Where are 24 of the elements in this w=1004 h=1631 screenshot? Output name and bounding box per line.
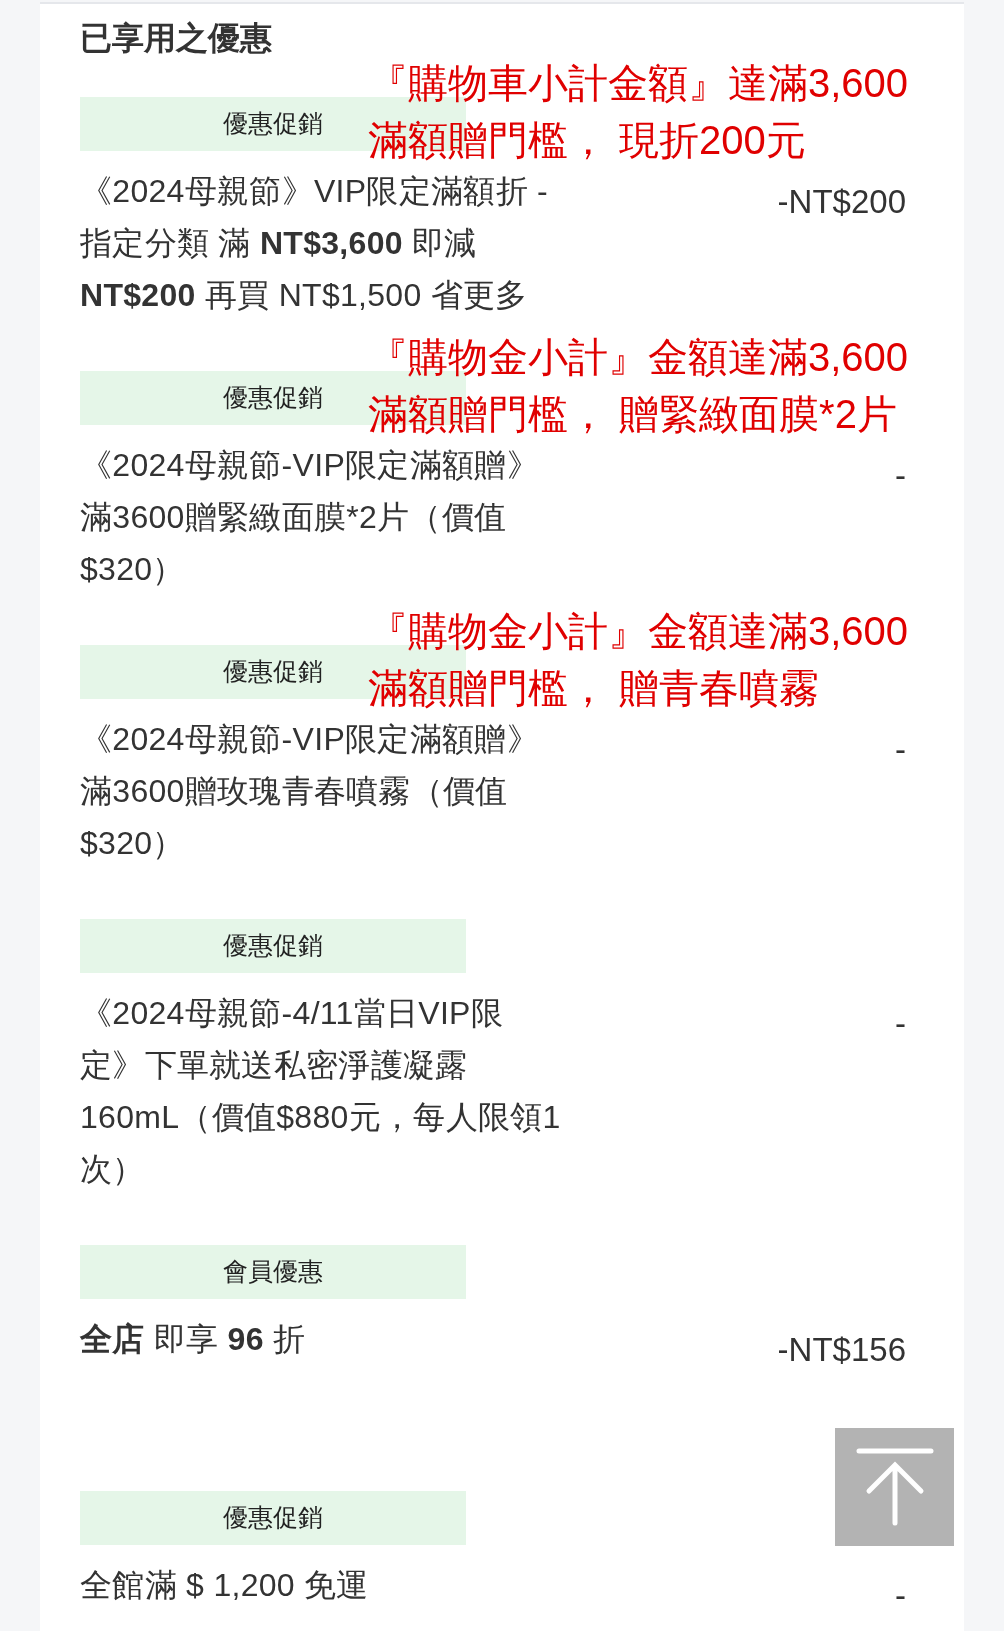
arrow-up-to-top-icon <box>854 1447 935 1527</box>
discount-description: 《2024母親節-4/11當日VIP限定》下單就送私密淨護凝露160mL（價值$880元，每人限領1次） <box>80 994 562 1189</box>
discount-amount: - <box>895 1576 906 1616</box>
annotation-text: 滿額贈門檻， 贈青春噴霧 <box>368 665 821 712</box>
discount-amount: - <box>895 456 906 496</box>
promotion-tag: 優惠促銷 <box>80 919 466 973</box>
discount-description: 全館滿 $ 1,200 免運 <box>80 1566 370 1605</box>
discount-description: 全店 即享 96 折 <box>80 1320 307 1359</box>
annotation-text: 『購物車小計金額』達滿3,600 <box>368 60 909 107</box>
discount-description: 《2024母親節》VIP限定滿額折 - 指定分類 滿 NT$3,600 即減 NT$200 再買 NT$1,500 省更多 <box>80 172 549 315</box>
annotation-text: 滿額贈門檻， 贈緊緻面膜*2片 <box>368 391 898 438</box>
discount-amount: -NT$156 <box>777 1330 906 1370</box>
promotion-tag: 會員優惠 <box>80 1245 466 1299</box>
section-title: 已享用之優惠 <box>80 19 273 58</box>
annotation-text: 滿額贈門檻， 現折200元 <box>368 117 807 164</box>
discount-amount: - <box>895 730 906 770</box>
annotation-text: 『購物金小計』金額達滿3,600 <box>368 608 909 655</box>
discount-amount: -NT$200 <box>777 182 906 222</box>
discount-description: 《2024母親節-VIP限定滿額贈》滿3600贈玫瑰青春噴霧（價值$320） <box>80 720 540 863</box>
annotation-text: 『購物金小計』金額達滿3,600 <box>368 334 909 381</box>
back-to-top-button[interactable] <box>835 1428 954 1546</box>
promotion-tag: 優惠促銷 <box>80 1491 466 1545</box>
discount-description: 《2024母親節-VIP限定滿額贈》滿3600贈緊緻面膜*2片（價值$320） <box>80 446 540 589</box>
discount-amount: - <box>895 1004 906 1044</box>
